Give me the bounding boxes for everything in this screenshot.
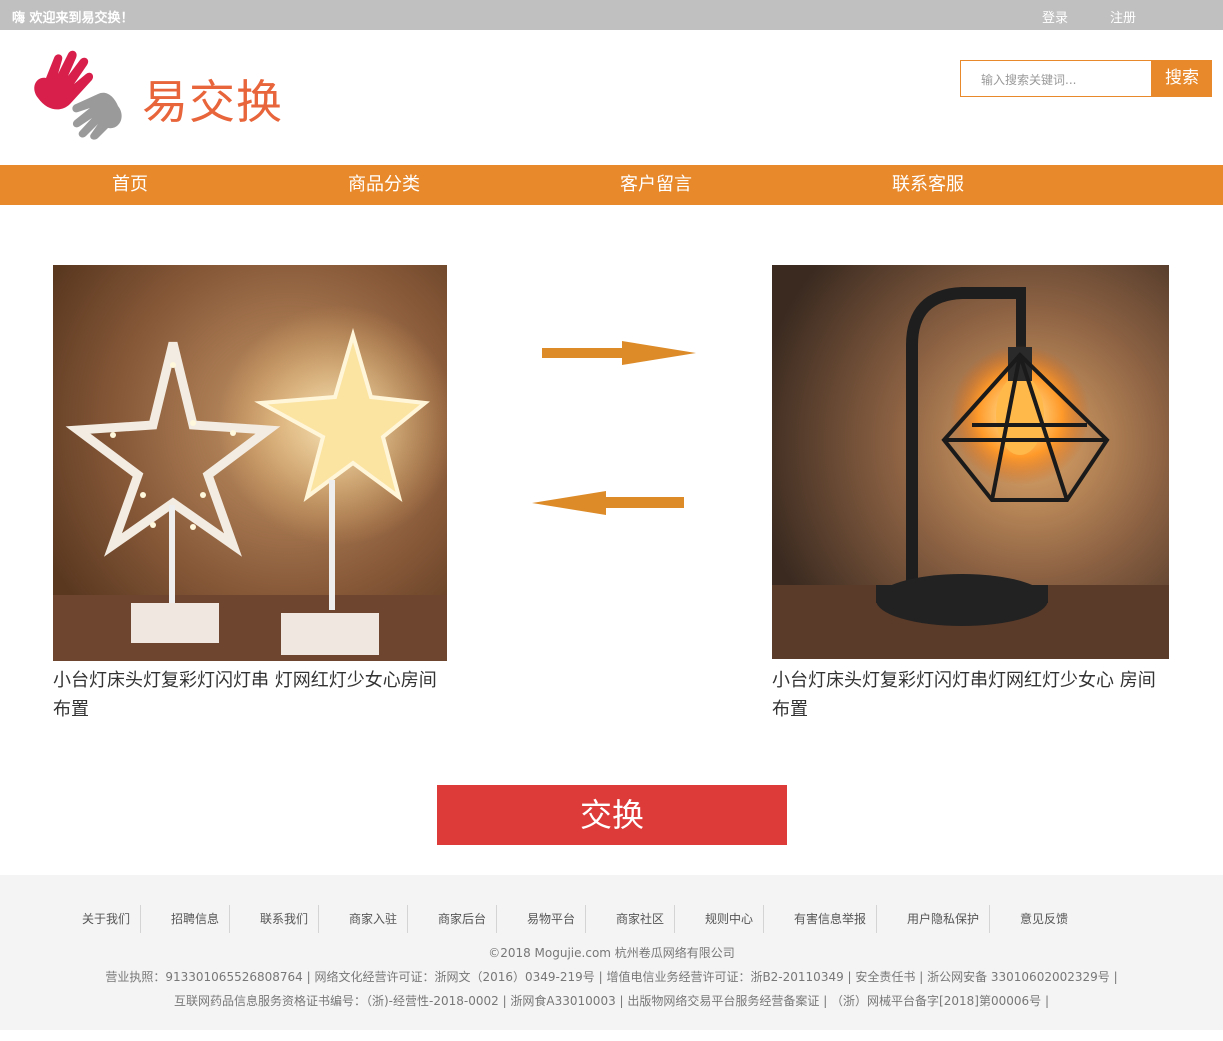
left-product-title[interactable]: 小台灯床头灯复彩灯闪灯串 灯网红灯少女心房间布置: [53, 666, 453, 724]
footer-link-community[interactable]: 商家社区: [606, 905, 676, 933]
top-bar: 嗨 欢迎来到易交换！ 登录 注册: [0, 0, 1223, 30]
footer-link-privacy[interactable]: 用户隐私保护: [897, 905, 991, 933]
arrow-right-icon: [542, 341, 696, 365]
footer-license-1: 营业执照：91330106552680876​4 | 网络文化经营许可证：浙网文…: [105, 970, 1118, 984]
arrow-left-icon: [532, 491, 684, 515]
right-product-image[interactable]: [772, 265, 1169, 659]
footer-link-merchant-backend[interactable]: 商家后台: [428, 905, 498, 933]
footer-license-2: 互联网药品信息服务资格证书编号：（浙)-经营性-2018-0002 | 浙网食A…: [174, 994, 1049, 1008]
register-link[interactable]: 注册: [1110, 7, 1136, 26]
logo-hands-icon: [34, 50, 122, 140]
footer-copyright: ©2018 Mogujie.com 杭州卷瓜网络有限公司: [488, 946, 735, 960]
nav-item-messages[interactable]: 客户留言: [620, 165, 692, 205]
exchange-button[interactable]: 交换: [437, 785, 787, 845]
footer-link-jobs[interactable]: 招聘信息: [161, 905, 231, 933]
right-product-title[interactable]: 小台灯床头灯复彩灯闪灯串灯网红灯少女心 房间布置: [772, 666, 1172, 724]
footer-link-feedback[interactable]: 意见反馈: [1010, 905, 1078, 933]
welcome-text: 嗨 欢迎来到易交换！: [12, 11, 134, 26]
footer-link-about[interactable]: 关于我们: [72, 905, 142, 933]
search-button[interactable]: 搜索: [1152, 60, 1212, 97]
footer-link-merchant-join[interactable]: 商家入驻: [339, 905, 409, 933]
nav-item-home[interactable]: 首页: [112, 165, 148, 205]
footer-link-contact[interactable]: 联系我们: [250, 905, 320, 933]
footer-link-rules[interactable]: 规则中心: [695, 905, 765, 933]
logo-text[interactable]: 易交换: [142, 66, 283, 132]
footer-link-platform[interactable]: 易物平台: [517, 905, 587, 933]
header: 易交换 输入搜索关键词... 搜索: [0, 30, 1223, 165]
login-link[interactable]: 登录: [1042, 7, 1068, 26]
footer: 关于我们 招聘信息 联系我们 商家入驻 商家后台 易物平台 商家社区 规则中心 …: [0, 875, 1223, 1030]
search-input[interactable]: 输入搜索关键词...: [960, 60, 1152, 97]
footer-link-report[interactable]: 有害信息举报: [784, 905, 878, 933]
left-product-image[interactable]: [53, 265, 447, 661]
nav-item-support[interactable]: 联系客服: [892, 165, 964, 205]
main-nav: 首页 商品分类 客户留言 联系客服: [0, 165, 1223, 205]
nav-item-categories[interactable]: 商品分类: [348, 165, 420, 205]
